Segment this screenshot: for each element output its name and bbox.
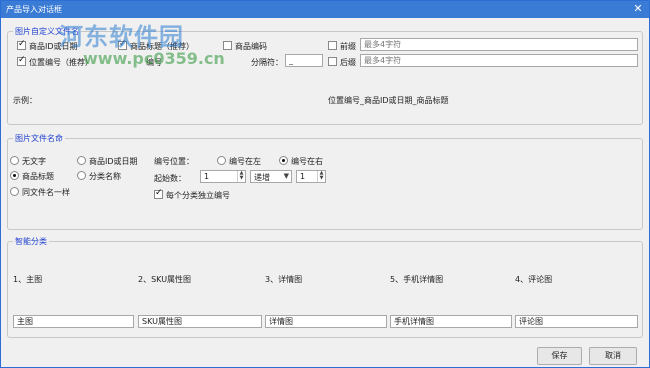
start-stepper[interactable]: 1 ▲ ▼ xyxy=(200,170,246,183)
position-left-label: 编号在左 xyxy=(229,157,261,166)
product-title-radio-label: 商品标题 xyxy=(22,172,54,181)
start-value: 1 xyxy=(204,172,210,181)
position-label: 编号位置： xyxy=(154,157,194,166)
prefix-label: 前缀 xyxy=(340,42,356,51)
category-name-label: 分类名称 xyxy=(89,172,121,181)
save-button[interactable]: 保存 xyxy=(537,347,582,365)
no-text-label: 无文字 xyxy=(22,157,46,166)
suffix-label: 后缀 xyxy=(340,58,356,67)
product-code-label: 商品编码 xyxy=(235,42,267,51)
separator-input[interactable] xyxy=(285,54,323,67)
order-select[interactable]: 递增 ▼ xyxy=(250,170,292,183)
position-left-radio[interactable] xyxy=(217,156,226,165)
separator-label: 分隔符： xyxy=(251,58,283,67)
suffix-input[interactable] xyxy=(360,54,638,67)
cancel-button[interactable]: 取消 xyxy=(589,347,637,365)
title-bar: 产品导入对话框 ✕ xyxy=(1,1,649,18)
order-value: 递增 xyxy=(254,173,270,182)
col5-label: 4、评论图 xyxy=(515,275,553,284)
watermark-url: www.pc0359.cn xyxy=(83,49,225,68)
image-name-group xyxy=(7,138,643,230)
close-icon[interactable]: ✕ xyxy=(631,2,645,16)
product-import-dialog: 产品导入对话框 ✕ 图片自定义文件名 商品ID或日期 商品标题（推荐） 商品编码… xyxy=(0,0,650,368)
independent-label: 每个分类独立编号 xyxy=(166,191,230,200)
dialog-title: 产品导入对话框 xyxy=(6,5,62,14)
step-value: 1 xyxy=(300,172,306,181)
start-label: 起始数： xyxy=(154,174,186,183)
start-stepper-arrows[interactable]: ▲ ▼ xyxy=(237,171,245,182)
col4-label: 5、手机详情图 xyxy=(390,275,444,284)
independent-checkbox[interactable] xyxy=(154,188,163,199)
col4-input[interactable] xyxy=(390,315,512,328)
col2-label: 2、SKU属性图 xyxy=(138,275,192,284)
product-id-checkbox[interactable] xyxy=(17,39,26,50)
category-name-radio[interactable] xyxy=(77,171,86,180)
col1-input[interactable] xyxy=(13,315,134,328)
product-id-date-label: 商品ID或日期 xyxy=(89,157,138,166)
col3-label: 3、详情图 xyxy=(265,275,303,284)
watermark-logo-text: 河东软件园 xyxy=(59,23,184,51)
col5-input[interactable] xyxy=(515,315,638,328)
same-as-file-label: 同文件名一样 xyxy=(22,188,70,197)
product-title-radio[interactable] xyxy=(10,171,19,180)
position-right-label: 编号在右 xyxy=(291,157,323,166)
image-name-group-title: 图片文件名命 xyxy=(13,133,65,144)
prefix-checkbox[interactable] xyxy=(328,41,337,50)
no-text-radio[interactable] xyxy=(10,156,19,165)
chevron-down-icon: ▼ xyxy=(283,172,289,180)
example-label: 示例： xyxy=(13,96,37,105)
suffix-checkbox[interactable] xyxy=(328,57,337,66)
product-id-date-radio[interactable] xyxy=(77,156,86,165)
smart-category-group-title: 智能分类 xyxy=(13,236,49,247)
col2-input[interactable] xyxy=(138,315,262,328)
position-code-checkbox[interactable] xyxy=(17,55,26,66)
col3-input[interactable] xyxy=(265,315,387,328)
position-right-radio[interactable] xyxy=(279,156,288,165)
example-value: 位置编号_商品ID或日期_商品标题 xyxy=(328,96,449,105)
prefix-input[interactable] xyxy=(360,38,638,51)
step-stepper[interactable]: 1 ▲ ▼ xyxy=(296,170,326,183)
same-as-file-radio[interactable] xyxy=(10,187,19,196)
step-stepper-arrows[interactable]: ▲ ▼ xyxy=(317,171,325,182)
col1-label: 1、主图 xyxy=(13,275,43,284)
